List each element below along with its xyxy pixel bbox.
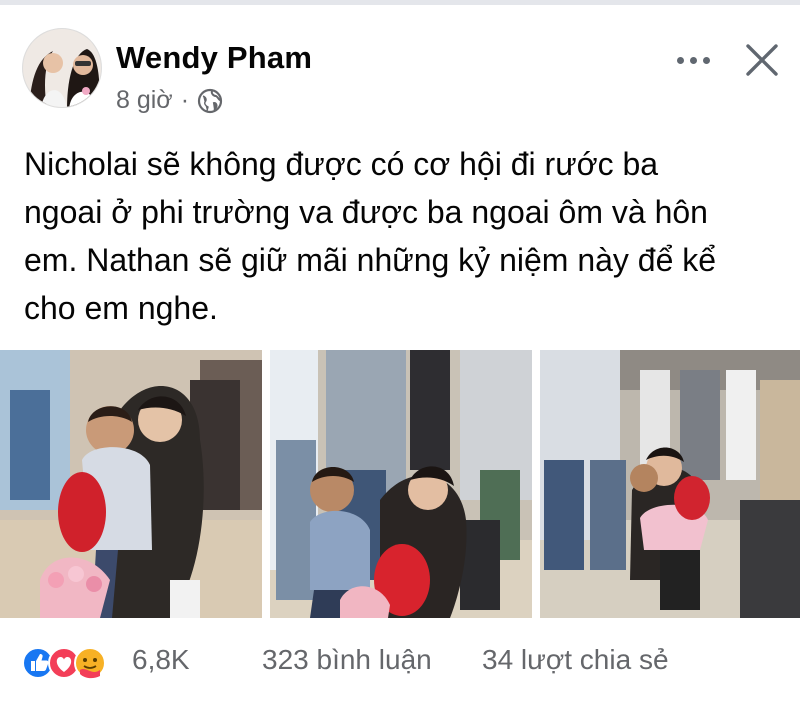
top-divider [0, 0, 800, 5]
photo-kneeling[interactable] [270, 350, 532, 618]
post-meta: 8 giờ · [116, 86, 223, 115]
post-text-line: cho em nghe. [24, 290, 218, 326]
avatar[interactable] [22, 28, 102, 108]
comment-count[interactable]: 323 bình luận [262, 644, 432, 676]
reaction-count[interactable]: 6,8K [132, 644, 190, 676]
photo-grid [0, 350, 800, 618]
close-icon[interactable] [738, 36, 786, 84]
post-time[interactable]: 8 giờ [116, 86, 173, 115]
reaction-icons[interactable] [22, 646, 122, 680]
post-text-line: em. Nathan sẽ giữ mãi những kỷ niệm này … [24, 242, 717, 278]
photo-hug[interactable] [0, 350, 262, 618]
post-text-line: ngoai ở phi trường va được ba ngoai ôm v… [24, 194, 708, 230]
share-count[interactable]: 34 lượt chia sẻ [482, 644, 669, 676]
post-footer: 6,8K 323 bình luận 34 lượt chia sẻ [0, 638, 800, 688]
care-icon [74, 647, 106, 679]
post-text: Nicholai sẽ không được có cơ hội đi rước… [24, 140, 784, 332]
photo-arrival-crowd[interactable] [540, 350, 800, 618]
more-options-icon[interactable] [668, 44, 718, 76]
author-name[interactable]: Wendy Pham [116, 40, 312, 76]
globe-icon[interactable] [197, 88, 223, 114]
post-text-line: Nicholai sẽ không được có cơ hội đi rước… [24, 146, 659, 182]
post-header: Wendy Pham 8 giờ · [0, 22, 800, 122]
meta-separator: · [180, 86, 190, 114]
